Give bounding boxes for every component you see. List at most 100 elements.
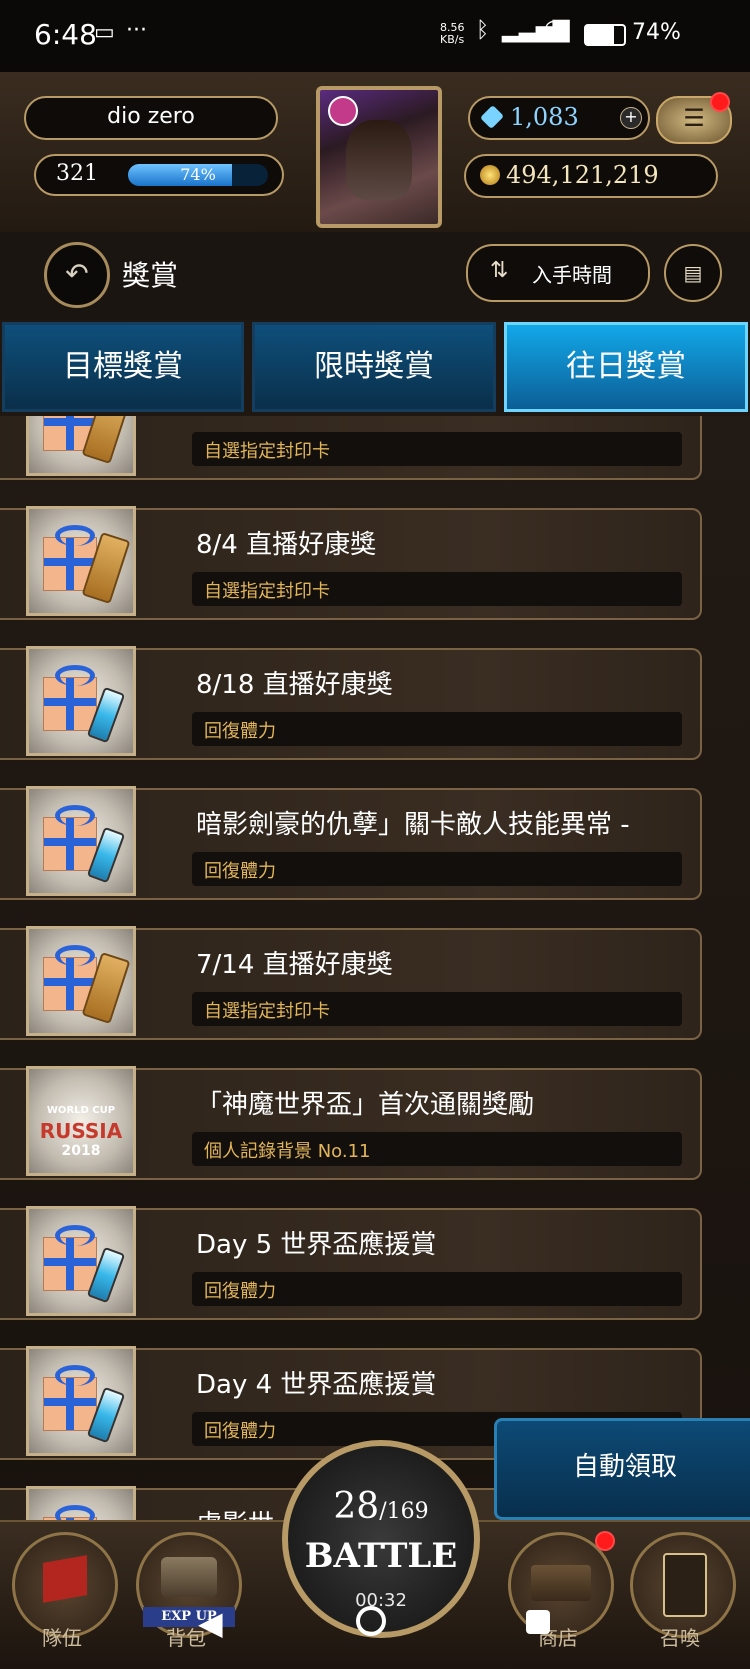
page-title-bar: ↶ 獎賞 ⇅ 入手時間 ▤ xyxy=(0,232,750,320)
reward-tabs: 目標獎賞 限時獎賞 往日獎賞 xyxy=(0,322,750,416)
item-title: Day 5 世界盃應援賞 xyxy=(196,1230,437,1260)
system-back-icon[interactable]: ◀ xyxy=(198,1604,223,1642)
item-title: 7/14 直播好康獎 xyxy=(196,950,393,980)
level-pill: 321 74% xyxy=(34,154,284,196)
avatar-badge-icon xyxy=(328,96,358,126)
item-subtitle-box: 回復體力 xyxy=(192,712,682,746)
item-subtitle: 自選指定封印卡 xyxy=(204,581,330,602)
history-icon: ▤ xyxy=(683,261,703,285)
reward-list[interactable]: 自選指定封印卡 8/4 直播好康獎 自選指定封印卡 8/18 直播好康獎 回復體… xyxy=(0,416,750,1566)
player-name: dio zero xyxy=(107,104,195,129)
nav-label-team: 隊伍 xyxy=(42,1626,82,1650)
tab-limited-rewards[interactable]: 限時獎賞 xyxy=(252,322,496,412)
badge-line1: WORLD CUP xyxy=(46,1105,116,1116)
stamina-timer: 00:32 xyxy=(355,1590,407,1611)
battle-button[interactable]: 28/169 BATTLE 00:32 xyxy=(282,1440,480,1638)
item-subtitle-box: 自選指定封印卡 xyxy=(192,432,682,466)
item-subtitle: 回復體力 xyxy=(204,1421,276,1442)
battery-icon xyxy=(584,24,626,46)
avatar-character xyxy=(346,120,412,200)
gift-scroll-icon xyxy=(26,506,136,616)
coin-icon xyxy=(480,165,500,185)
stamina-counter: 28/169 xyxy=(288,1486,474,1527)
status-time: 6:48 xyxy=(34,18,97,51)
status-bar: 6:48 ▭ ··· 8.56 KB/s ᛒ ▂▃▅▇ ◠ 74% xyxy=(0,0,750,72)
world-cup-russia-icon: WORLD CUP RUSSIA 2018 xyxy=(26,1066,136,1176)
gold-counter: 494,121,219 xyxy=(464,154,718,198)
notification-dot xyxy=(710,92,730,112)
item-subtitle: 自選指定封印卡 xyxy=(204,441,330,462)
item-title xyxy=(196,416,686,420)
wifi-icon: ◠ xyxy=(544,16,564,41)
gift-potion-icon xyxy=(26,786,136,896)
gift-potion-icon xyxy=(26,1346,136,1456)
sort-button[interactable]: ⇅ 入手時間 xyxy=(466,244,650,302)
network-speed: 8.56 KB/s xyxy=(440,21,465,46)
xp-bar: 74% xyxy=(128,164,268,186)
nav-label-summon: 召喚 xyxy=(660,1626,700,1650)
back-arrow-icon: ↶ xyxy=(65,257,89,290)
page-title: 獎賞 xyxy=(122,259,179,292)
gift-potion-icon xyxy=(26,1206,136,1316)
item-title: 「神魔世界盃」首次通關獎勵 xyxy=(196,1090,535,1120)
item-subtitle-box: 自選指定封印卡 xyxy=(192,572,682,606)
menu-button[interactable]: ☰ xyxy=(656,92,732,144)
more-icon: ··· xyxy=(126,18,147,43)
sort-label: 入手時間 xyxy=(532,263,612,287)
player-level: 321 xyxy=(56,161,98,186)
gem-icon xyxy=(479,104,505,130)
tab-target-rewards[interactable]: 目標獎賞 xyxy=(2,322,244,412)
item-title: 8/4 直播好康獎 xyxy=(196,530,377,560)
list-item[interactable]: Day 5 世界盃應援賞 回復體力 xyxy=(0,1198,750,1326)
list-item[interactable]: 暗影劍豪的仇孽」關卡敵人技能異常 - 回復體力 xyxy=(0,778,750,906)
system-home-icon[interactable] xyxy=(356,1606,386,1636)
chest-icon xyxy=(161,1557,217,1597)
bluetooth-icon: ᛒ xyxy=(476,18,490,43)
battle-label: BATTLE xyxy=(304,1536,458,1576)
item-title: Day 4 世界盃應援賞 xyxy=(196,1370,437,1400)
auto-claim-button[interactable]: 自動領取 xyxy=(494,1418,750,1520)
gift-scroll-icon xyxy=(26,926,136,1036)
player-header: dio zero 321 74% 1,083 + ☰ 494,121,219 xyxy=(0,72,750,234)
card-icon xyxy=(663,1553,707,1617)
player-name-pill: dio zero xyxy=(24,96,278,140)
back-button[interactable]: ↶ xyxy=(44,242,110,308)
list-item[interactable]: 8/18 直播好康獎 回復體力 xyxy=(0,638,750,766)
item-subtitle-box: 回復體力 xyxy=(192,852,682,886)
item-title: 暗影劍豪的仇孽」關卡敵人技能異常 - xyxy=(196,810,630,840)
system-recents-icon[interactable] xyxy=(526,1610,550,1634)
stamina-current: 28 xyxy=(333,1486,380,1527)
sort-icon: ⇅ xyxy=(490,258,509,283)
list-item[interactable]: 8/4 直播好康獎 自選指定封印卡 xyxy=(0,498,750,626)
gift-potion-icon xyxy=(26,646,136,756)
shop-notification-dot xyxy=(595,1531,615,1551)
item-subtitle-box: 個人記錄背景 No.11 xyxy=(192,1132,682,1166)
tab-past-rewards[interactable]: 往日獎賞 xyxy=(504,322,748,412)
item-title: 8/18 直播好康獎 xyxy=(196,670,393,700)
avatar[interactable] xyxy=(316,86,442,228)
item-subtitle: 回復體力 xyxy=(204,721,276,742)
cast-icon: ▭ xyxy=(94,20,115,45)
shop-icon xyxy=(531,1565,591,1601)
gem-amount: 1,083 xyxy=(510,103,579,131)
list-item[interactable]: 自選指定封印卡 xyxy=(0,416,750,486)
item-subtitle-box: 回復體力 xyxy=(192,1272,682,1306)
gem-counter: 1,083 + xyxy=(468,96,650,140)
history-button[interactable]: ▤ xyxy=(664,244,722,302)
battery-level: 74% xyxy=(632,20,681,45)
gift-scroll-icon xyxy=(26,416,136,476)
gold-amount: 494,121,219 xyxy=(506,161,659,189)
item-subtitle: 個人記錄背景 No.11 xyxy=(204,1141,371,1162)
item-subtitle: 回復體力 xyxy=(204,861,276,882)
list-item[interactable]: WORLD CUP RUSSIA 2018 「神魔世界盃」首次通關獎勵 個人記錄… xyxy=(0,1058,750,1186)
item-subtitle: 自選指定封印卡 xyxy=(204,1001,330,1022)
flag-icon xyxy=(43,1555,87,1603)
list-item[interactable]: 7/14 直播好康獎 自選指定封印卡 xyxy=(0,918,750,1046)
badge-line3: 2018 xyxy=(61,1143,101,1159)
item-subtitle-box: 自選指定封印卡 xyxy=(192,992,682,1026)
add-gems-button[interactable]: + xyxy=(620,107,642,129)
xp-percent: 74% xyxy=(180,165,216,184)
badge-line2: RUSSIA xyxy=(39,1119,123,1143)
item-subtitle: 回復體力 xyxy=(204,1281,276,1302)
stamina-total: /169 xyxy=(379,1499,429,1524)
